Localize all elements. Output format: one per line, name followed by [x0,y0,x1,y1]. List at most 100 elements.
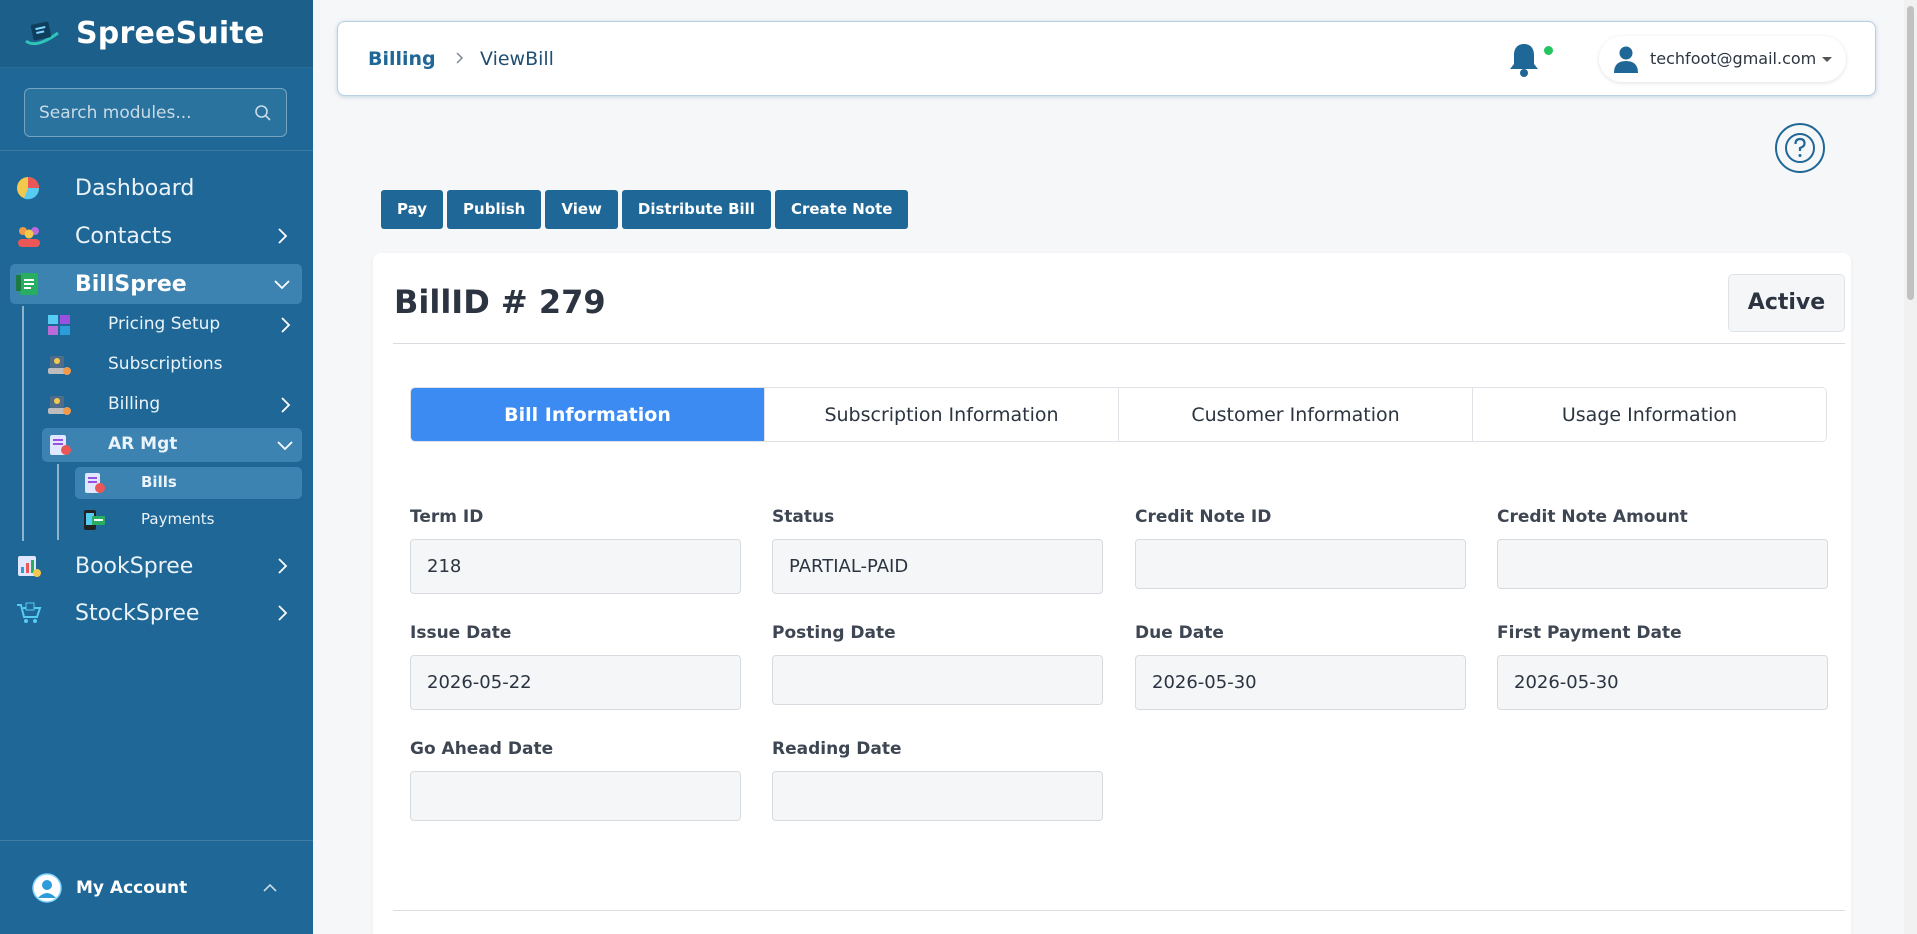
bill-card: BillID # 279 Active Bill Information Sub… [373,253,1851,934]
spreadsheet-icon [14,271,44,297]
due-date-input[interactable]: 2026-05-30 [1135,655,1466,710]
tree-line [57,464,59,540]
field-label: First Payment Date [1497,623,1682,643]
help-icon[interactable] [1775,123,1825,173]
due-date-field: Due Date 2026-05-30 [1135,623,1466,710]
publish-button[interactable]: Publish [447,190,542,229]
issue-date-input[interactable]: 2026-05-22 [410,655,741,710]
chevron-right-icon[interactable] [272,226,292,246]
app-root: SpreeSuite Search modules... Dashboard C… [0,0,1917,934]
sidebar-item-stockspree[interactable]: StockSpree [10,593,302,633]
my-account-label: My Account [76,877,188,898]
reading-date-field: Reading Date [772,739,1103,821]
user-email: techfoot@gmail.com [1650,49,1817,68]
caret-down-icon [1822,57,1832,62]
brand-name: SpreeSuite [76,16,265,51]
sidebar-item-label: Contacts [75,223,173,249]
bell-icon[interactable] [1506,40,1542,78]
field-label: Credit Note ID [1135,507,1272,527]
sidebar-item-label: Dashboard [75,175,195,201]
issue-date-field: Issue Date 2026-05-22 [410,623,741,710]
sidebar-item-dashboard[interactable]: Dashboard [10,168,302,208]
first-payment-date-field: First Payment Date 2026-05-30 [1497,623,1828,710]
sidebar-item-ar-mgt[interactable]: AR Mgt [42,428,302,462]
payments-icon [81,508,107,532]
first-payment-date-input[interactable]: 2026-05-30 [1497,655,1828,710]
page-title: BillID # 279 [394,283,606,321]
search-icon[interactable] [254,104,272,122]
tab-bill-information[interactable]: Bill Information [411,388,765,441]
stockspree-icon [14,600,44,626]
distribute-bill-button[interactable]: Distribute Bill [621,190,771,229]
sidebar-item-label: Billing [108,394,161,414]
sidebar-item-billing[interactable]: Billing [42,388,302,422]
status-input[interactable]: PARTIAL-PAID [772,539,1103,594]
sidebar-item-payments[interactable]: Payments [75,504,302,536]
ar-icon [46,433,74,457]
posting-date-input[interactable] [772,655,1103,705]
bill-actions: Pay Publish View Distribute Bill Create … [381,190,909,229]
sidebar-item-label: Pricing Setup [108,314,221,334]
brand[interactable]: SpreeSuite [0,0,313,68]
chevron-right-icon[interactable] [276,396,294,414]
sidebar-item-label: BillSpree [75,271,187,297]
sidebar-item-label: BookSpree [75,553,194,579]
sidebar-item-subscriptions[interactable]: Subscriptions [42,348,302,382]
posting-date-field: Posting Date [772,623,1103,705]
divider [393,343,1845,344]
brand-logo-icon [22,19,62,49]
sidebar-item-label: Bills [141,473,177,491]
credit-note-id-input[interactable] [1135,539,1466,589]
term-id-input[interactable]: 218 [410,539,741,594]
sidebar-item-label: AR Mgt [108,434,178,454]
divider [393,910,1845,911]
sidebar-item-bills[interactable]: Bills [75,467,302,499]
subscriptions-icon [46,353,74,377]
chevron-up-icon[interactable] [261,879,279,897]
contacts-icon [14,223,44,249]
scrollbar-thumb[interactable] [1907,6,1914,300]
sidebar-item-billspree[interactable]: BillSpree [10,264,302,304]
go-ahead-date-field: Go Ahead Date [410,739,741,821]
tab-subscription-information[interactable]: Subscription Information [765,388,1119,441]
tab-usage-information[interactable]: Usage Information [1473,388,1826,441]
credit-note-amount-input[interactable] [1497,539,1828,589]
bookspree-icon [14,553,44,579]
sidebar: SpreeSuite Search modules... Dashboard C… [0,0,313,934]
credit-note-amount-field: Credit Note Amount [1497,507,1828,589]
page-scrollbar[interactable] [1904,0,1917,934]
sidebar-item-pricing-setup[interactable]: Pricing Setup [42,308,302,342]
field-label: Due Date [1135,623,1224,643]
sidebar-item-contacts[interactable]: Contacts [10,216,302,256]
chevron-down-icon[interactable] [276,436,294,454]
tree-line [22,306,24,541]
top-header: Billing ViewBill techfoot@gmail.com [337,21,1876,96]
go-ahead-date-input[interactable] [410,771,741,821]
view-button[interactable]: View [545,190,618,229]
pricing-icon [46,313,74,337]
breadcrumb-billing[interactable]: Billing [368,48,436,70]
chevron-right-icon[interactable] [272,556,292,576]
create-note-button[interactable]: Create Note [774,190,909,229]
field-label: Issue Date [410,623,512,643]
user-menu-button[interactable]: techfoot@gmail.com [1599,36,1846,82]
module-search[interactable]: Search modules... [24,88,287,137]
pay-button[interactable]: Pay [381,190,444,229]
user-circle-icon [32,872,62,903]
field-label: Term ID [410,507,484,527]
billing-icon [46,393,74,417]
reading-date-input[interactable] [772,771,1103,821]
search-input[interactable]: Search modules... [39,103,254,123]
status-badge: Active [1728,274,1845,332]
user-icon [1613,45,1639,73]
chevron-down-icon[interactable] [272,274,292,294]
pie-chart-icon [14,175,44,201]
status-field: Status PARTIAL-PAID [772,507,1103,594]
sidebar-item-bookspree[interactable]: BookSpree [10,546,302,586]
chevron-right-icon [453,48,467,68]
sidebar-item-label: Subscriptions [108,354,223,374]
my-account[interactable]: My Account [0,840,313,934]
chevron-right-icon[interactable] [276,316,294,334]
chevron-right-icon[interactable] [272,603,292,623]
tab-customer-information[interactable]: Customer Information [1119,388,1473,441]
